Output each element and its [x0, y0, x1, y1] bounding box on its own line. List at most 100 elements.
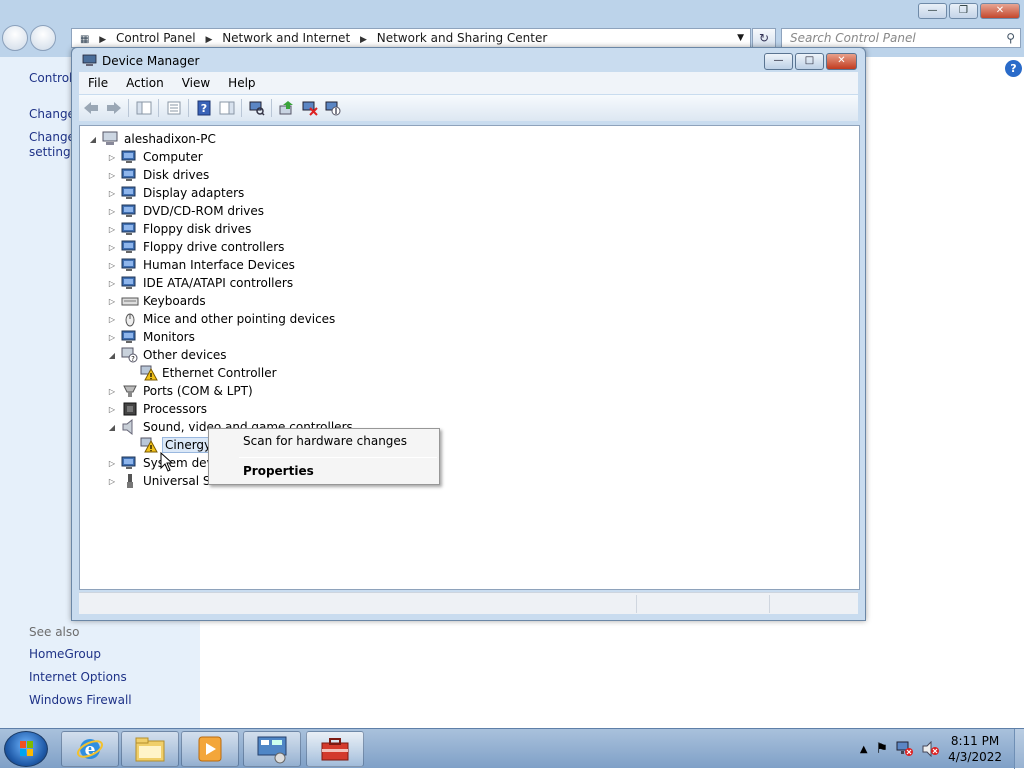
expand-arrow-icon[interactable]: ▷	[107, 188, 117, 198]
system-tray: ▲ ⚑ 8:11 PM 4/3/2022	[860, 729, 1016, 769]
expand-arrow-icon[interactable]: ▷	[107, 332, 117, 342]
forward-button[interactable]	[30, 25, 56, 51]
address-bar[interactable]: ▦ ▶ Control Panel ▶ Network and Internet…	[71, 28, 751, 48]
expand-arrow-icon[interactable]: ▷	[107, 224, 117, 234]
maximize-button[interactable]: □	[795, 53, 824, 70]
expand-arrow-icon[interactable]: ▷	[107, 404, 117, 414]
taskbar: e ▲ ⚑ 8:11 PM 4/3/2022	[0, 728, 1024, 769]
expand-arrow-icon[interactable]: ▷	[107, 170, 117, 180]
menu-help[interactable]: Help	[219, 76, 264, 90]
disable-device-icon[interactable]	[321, 97, 344, 119]
collapse-arrow-icon[interactable]: ◢	[107, 422, 117, 432]
expand-arrow-icon[interactable]: ▷	[107, 206, 117, 216]
search-input[interactable]: Search Control Panel ⚲	[781, 28, 1021, 48]
tree-item[interactable]: ▷ Computer	[107, 148, 203, 166]
update-driver-icon[interactable]	[275, 97, 298, 119]
expand-arrow-icon[interactable]: ▷	[107, 278, 117, 288]
see-also-windows-firewall[interactable]: Windows Firewall	[29, 693, 132, 707]
taskbar-internet-explorer[interactable]: e	[61, 731, 119, 767]
cp-link-change-2[interactable]: Change	[29, 130, 75, 144]
clock[interactable]: 8:11 PM 4/3/2022	[948, 733, 1002, 765]
back-arrow-icon[interactable]	[79, 97, 102, 119]
tree-item[interactable]: ▷ DVD/CD-ROM drives	[107, 202, 264, 220]
device-manager-icon	[82, 54, 97, 66]
collapse-arrow-icon[interactable]: ◢	[107, 350, 117, 360]
cp-close-button[interactable]: ✕	[980, 3, 1020, 19]
minimize-button[interactable]: —	[764, 53, 793, 70]
scan-hardware-icon[interactable]	[245, 97, 268, 119]
expand-arrow-icon[interactable]: ▷	[107, 386, 117, 396]
breadcrumb-network-sharing[interactable]: Network and Sharing Center	[377, 31, 548, 45]
expand-arrow-icon[interactable]: ▷	[107, 260, 117, 270]
menu-file[interactable]: File	[79, 76, 117, 90]
refresh-button[interactable]: ↻	[752, 28, 776, 48]
tree-item[interactable]: ▷ Processors	[107, 400, 207, 418]
expand-arrow-icon[interactable]: ▷	[107, 152, 117, 162]
toolbar-separator	[128, 99, 129, 117]
tree-item-label: Ports (COM & LPT)	[143, 384, 253, 398]
tree-item-label: IDE ATA/ATAPI controllers	[143, 276, 294, 290]
volume-muted-icon[interactable]	[922, 741, 940, 757]
forward-arrow-icon[interactable]	[102, 97, 125, 119]
breadcrumb-network-internet[interactable]: Network and Internet	[222, 31, 350, 45]
tree-item[interactable]: ▷ Ports (COM & LPT)	[107, 382, 253, 400]
show-hidden-icons-icon[interactable]: ▲	[860, 744, 868, 755]
tree-item[interactable]: ▷ Floppy drive controllers	[107, 238, 285, 256]
computer-icon	[121, 149, 139, 165]
tree-item[interactable]: ▷ Human Interface Devices	[107, 256, 295, 274]
expand-arrow-icon[interactable]: ▷	[107, 476, 117, 486]
close-button[interactable]: ✕	[826, 53, 857, 70]
taskbar-media-player[interactable]	[181, 731, 239, 767]
back-button[interactable]	[2, 25, 28, 51]
action-center-flag-icon[interactable]: ⚑	[876, 741, 889, 757]
menu-properties[interactable]: Properties	[243, 464, 314, 478]
floppy-controller-icon	[121, 239, 139, 255]
see-also-internet-options[interactable]: Internet Options	[29, 670, 127, 684]
menu-scan-hardware-changes[interactable]: Scan for hardware changes	[243, 434, 407, 448]
cp-minimize-button[interactable]: —	[918, 3, 947, 19]
address-root-icon: ▦	[80, 34, 90, 45]
window-title: Device Manager	[102, 54, 200, 68]
expand-arrow-icon[interactable]: ▷	[107, 242, 117, 252]
help-book-icon[interactable]: ?	[192, 97, 215, 119]
expand-arrow-icon[interactable]: ▷	[107, 458, 117, 468]
cp-link-change-1[interactable]: Change	[29, 107, 75, 121]
expand-arrow-icon[interactable]: ▷	[107, 314, 117, 324]
cp-restore-button[interactable]: ❐	[949, 3, 978, 19]
tree-item[interactable]: ▷ Monitors	[107, 328, 195, 346]
tree-item[interactable]: ▷ Display adapters	[107, 184, 244, 202]
search-icon[interactable]: ⚲	[1006, 29, 1015, 47]
properties-icon[interactable]	[162, 97, 185, 119]
menu-view[interactable]: View	[173, 76, 219, 90]
tree-item[interactable]: ◢? Other devices	[107, 346, 227, 364]
taskbar-device-manager[interactable]	[306, 731, 364, 767]
tree-item[interactable]: ▷ Keyboards	[107, 292, 206, 310]
tree-item[interactable]: ▷ IDE ATA/ATAPI controllers	[107, 274, 293, 292]
network-icon[interactable]	[896, 741, 914, 757]
dvd-drive-icon	[121, 203, 139, 219]
expand-arrow-icon[interactable]: ▷	[107, 296, 117, 306]
tree-item[interactable]: ▷ Disk drives	[107, 166, 209, 184]
tree-item[interactable]: ▷ Mice and other pointing devices	[107, 310, 335, 328]
tree-item-label: Mice and other pointing devices	[143, 312, 336, 326]
mouse-icon	[121, 311, 139, 327]
tree-child-item[interactable]: Ethernet Controller	[140, 364, 277, 382]
cp-link-control[interactable]: Control	[29, 71, 72, 85]
taskbar-windows-explorer[interactable]	[121, 731, 179, 767]
taskbar-control-panel[interactable]	[243, 731, 301, 767]
see-also-homegroup[interactable]: HomeGroup	[29, 647, 101, 661]
cp-link-settings[interactable]: settings	[29, 145, 77, 159]
action-pane-icon[interactable]	[215, 97, 238, 119]
show-desktop-button[interactable]	[1014, 729, 1024, 769]
tree-item[interactable]: ▷ Floppy disk drives	[107, 220, 251, 238]
collapse-arrow-icon[interactable]: ◢	[88, 134, 98, 144]
help-icon[interactable]: ?	[1005, 60, 1022, 77]
uninstall-icon[interactable]	[298, 97, 321, 119]
menu-action[interactable]: Action	[117, 76, 173, 90]
show-hide-console-tree-icon[interactable]	[132, 97, 155, 119]
tree-item[interactable]: ▷ Universal Ser	[107, 472, 223, 490]
address-dropdown-icon[interactable]: ▼	[737, 29, 744, 47]
tree-root[interactable]: ◢ aleshadixon-PC	[88, 130, 216, 148]
breadcrumb-control-panel[interactable]: Control Panel	[116, 31, 196, 45]
start-button[interactable]	[4, 731, 48, 767]
